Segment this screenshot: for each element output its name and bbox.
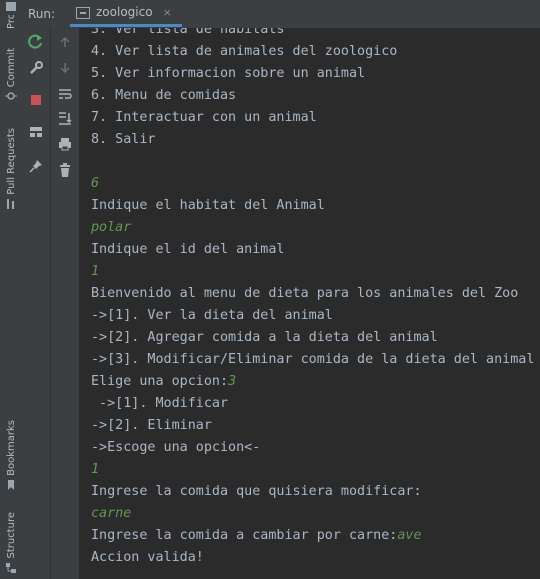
console-line: 5. Ver informacion sobre un animal [91,63,534,85]
run-toolbar-secondary [51,28,80,579]
console-line-text: 6. Menu de comidas [91,88,237,103]
console-line-text: 4. Ver lista de animales del zoologico [91,44,398,59]
close-tab-icon[interactable]: × [163,6,172,19]
console-line-text: 7. Interactuar con un animal [91,110,317,125]
console-inline-user-input: 3 [228,374,237,389]
run-tab-zoologico[interactable]: zoologico × [70,0,182,27]
console-line-text: carne [91,506,132,521]
console-line: Elige una opcion:3 [91,371,534,393]
rerun-icon [28,34,42,49]
console-line: ->[3]. Modificar/Eliminar comida de la d… [91,349,534,371]
next-occurrence-button[interactable] [57,60,73,76]
console-user-input: 1 [91,261,534,283]
bookmarks-tab[interactable]: Bookmarks [0,420,22,494]
console-line: ->[2]. Eliminar [91,415,534,437]
console-line-text: Accion valida! [91,550,204,565]
console-line-text: Bienvenido al menu de dieta para los ani… [91,286,519,301]
console-line-text: ->Escoge una opcion<- [91,440,261,455]
console-line: Indique el habitat del Animal [91,195,534,217]
pull-request-icon [7,198,14,209]
console-line-text: polar [91,220,132,235]
console-line-text: Ingrese la comida que quisiera modificar… [91,484,422,499]
commit-tab-label: Commit [5,48,17,88]
left-tool-strip: Project Commit Pull Requests Bookmarks S… [0,0,23,579]
print-icon [59,138,71,151]
run-label: Run: [28,7,56,21]
console-user-input: polar [91,217,534,239]
console-line-text: Elige una opcion: [91,374,229,389]
console-output[interactable]: 3. Ver lista de habitats 4. Ver lista de … [80,28,540,579]
structure-icon [6,562,16,573]
print-button[interactable] [57,136,73,152]
console-line-text: ->[1]. Ver la dieta del animal [91,308,333,323]
console-line: 6. Menu de comidas [91,85,534,107]
console-line-text: ->[1]. Modificar [91,396,229,411]
console-line-text: 8. Salir [91,132,156,147]
pull-requests-tab[interactable]: Pull Requests [0,128,22,213]
scroll-to-end-icon [59,112,72,125]
console-line-text: ->[2]. Agregar comida a la dieta del ani… [91,330,438,345]
stop-button[interactable] [28,92,44,108]
console-line-text: ->[2]. Eliminar [91,418,212,433]
console-icon [76,7,90,19]
pull-requests-tab-label: Pull Requests [5,128,17,195]
console-line: 7. Interactuar con un animal [91,107,534,129]
commit-tab[interactable]: Commit [0,48,22,105]
scroll-to-end-button[interactable] [57,110,73,126]
console-line: Ingrese la comida a cambiar por carne:av… [91,525,534,547]
wrench-icon [30,61,43,74]
stop-icon [31,95,41,105]
console-line-text: 3. Ver lista de habitats [91,28,285,37]
bookmarks-tab-label: Bookmarks [5,420,17,476]
console-user-input: 6 [91,173,534,195]
project-tab[interactable]: Project [0,0,22,29]
up-arrow-icon [60,36,70,47]
console-lines: 3. Ver lista de habitats 4. Ver lista de … [91,28,534,569]
bookmark-icon [8,479,14,490]
console-line: Accion valida! [91,547,534,569]
trash-icon [60,163,70,177]
clear-all-button[interactable] [57,162,73,178]
console-line: ->[1]. Ver la dieta del animal [91,305,534,327]
console-user-input: carne [91,503,534,525]
console-line: Indique el id del animal [91,239,534,261]
console-line-text: 6 [91,176,100,191]
console-user-input: 1 [91,459,534,481]
console-line: 8. Salir [91,129,534,151]
console-line-text: Indique el habitat del Animal [91,198,325,213]
structure-tab[interactable]: Structure [0,512,22,577]
console-line-text: Ingrese la comida a cambiar por carne: [91,528,398,543]
rerun-button[interactable] [28,34,44,50]
console-line-text: 1 [91,264,100,279]
console-line-text: Indique el id del animal [91,242,285,257]
console-line: 4. Ver lista de animales del zoologico [91,41,534,63]
restore-layout-button[interactable] [28,124,44,140]
pin-tab-button[interactable] [28,158,44,174]
pin-icon [29,160,42,173]
run-tool-window-header: Run: zoologico × [22,0,540,29]
project-tab-label: Project [6,15,17,29]
soft-wrap-icon [59,89,72,99]
down-arrow-icon [60,63,70,74]
soft-wrap-button[interactable] [57,86,73,102]
console-line: 3. Ver lista de habitats [91,28,534,41]
run-tab-title: zoologico [96,5,153,19]
console-inline-user-input: ave [397,528,422,543]
console-line: Bienvenido al menu de dieta para los ani… [91,283,534,305]
layout-icon [30,127,42,137]
console-line: ->[1]. Modificar [91,393,534,415]
console-line-text: 1 [91,462,100,477]
console-line: ->Escoge una opcion<- [91,437,534,459]
edit-configuration-button[interactable] [28,60,44,76]
console-line: Ingrese la comida que quisiera modificar… [91,481,534,503]
console-line-text: 5. Ver informacion sobre un animal [91,66,366,81]
console-line: ->[2]. Agregar comida a la dieta del ani… [91,327,534,349]
commit-icon [5,92,17,101]
run-toolbar-primary [22,28,51,579]
console-line-text: ->[3]. Modificar/Eliminar comida de la d… [91,352,535,367]
structure-tab-label: Structure [5,512,17,559]
previous-occurrence-button[interactable] [57,34,73,50]
folder-icon [6,2,16,11]
